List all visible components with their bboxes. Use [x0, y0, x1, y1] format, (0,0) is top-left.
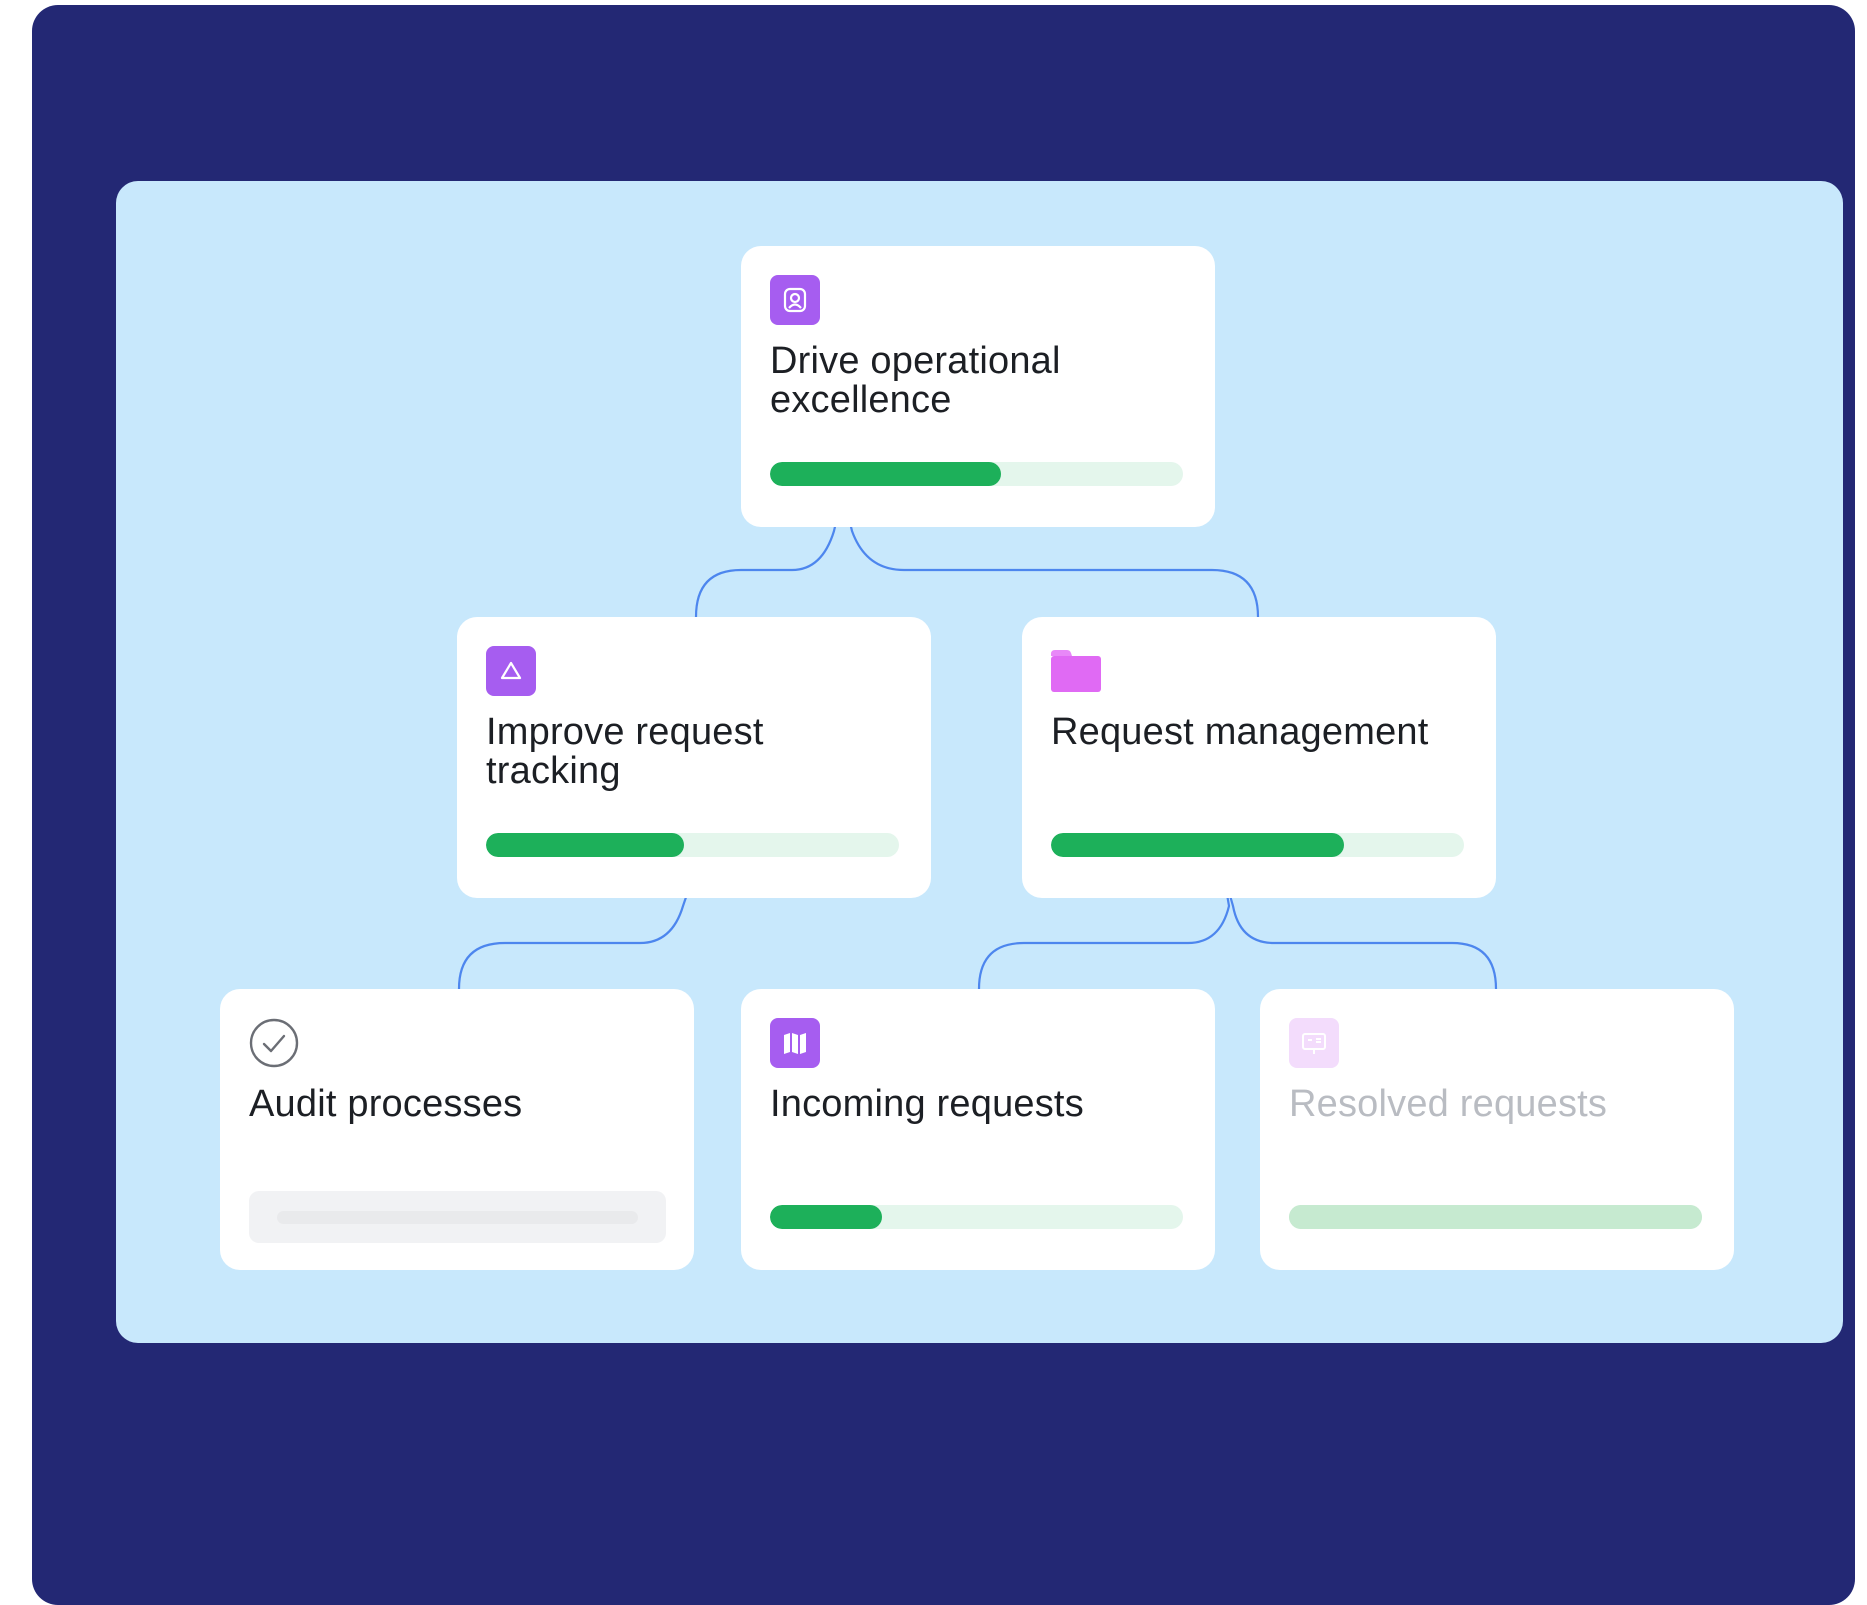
folder-icon — [1051, 646, 1101, 696]
triangle-icon — [486, 646, 536, 696]
progress-bar-empty — [249, 1191, 666, 1243]
progress-bar — [1051, 833, 1464, 857]
goal-card-resolved-requests[interactable]: Resolved requests — [1260, 989, 1734, 1270]
goal-card-improve-request-tracking[interactable]: Improve request tracking — [457, 617, 931, 898]
goal-card-drive-operational-excellence[interactable]: Drive operational excellence — [741, 246, 1215, 527]
goal-title: Audit processes — [249, 1083, 523, 1125]
progress-fill — [770, 462, 1002, 486]
check-circle-icon — [249, 1018, 299, 1068]
progress-fill — [770, 1205, 882, 1229]
goal-title: Incoming requests — [770, 1083, 1084, 1125]
progress-bar — [1289, 1205, 1702, 1229]
goal-tree-board: Drive operational excellence Improve req… — [116, 181, 1843, 1343]
progress-bar — [486, 833, 899, 857]
goal-card-audit-processes[interactable]: Audit processes — [220, 989, 694, 1270]
progress-bar — [770, 462, 1183, 486]
goal-title: Drive operational excellence — [770, 340, 1061, 421]
goal-title: Resolved requests — [1289, 1083, 1608, 1125]
progress-bar — [770, 1205, 1183, 1229]
person-badge-icon — [770, 275, 820, 325]
progress-fill — [1289, 1205, 1702, 1229]
progress-fill — [486, 833, 685, 857]
goal-title: Improve request tracking — [486, 711, 764, 792]
goal-card-incoming-requests[interactable]: Incoming requests — [741, 989, 1215, 1270]
frame: Drive operational excellence Improve req… — [32, 5, 1855, 1605]
presentation-icon — [1289, 1018, 1339, 1068]
progress-track — [277, 1211, 638, 1224]
goal-title: Request management — [1051, 711, 1429, 753]
goal-card-request-management[interactable]: Request management — [1022, 617, 1496, 898]
map-icon — [770, 1018, 820, 1068]
progress-fill — [1051, 833, 1345, 857]
